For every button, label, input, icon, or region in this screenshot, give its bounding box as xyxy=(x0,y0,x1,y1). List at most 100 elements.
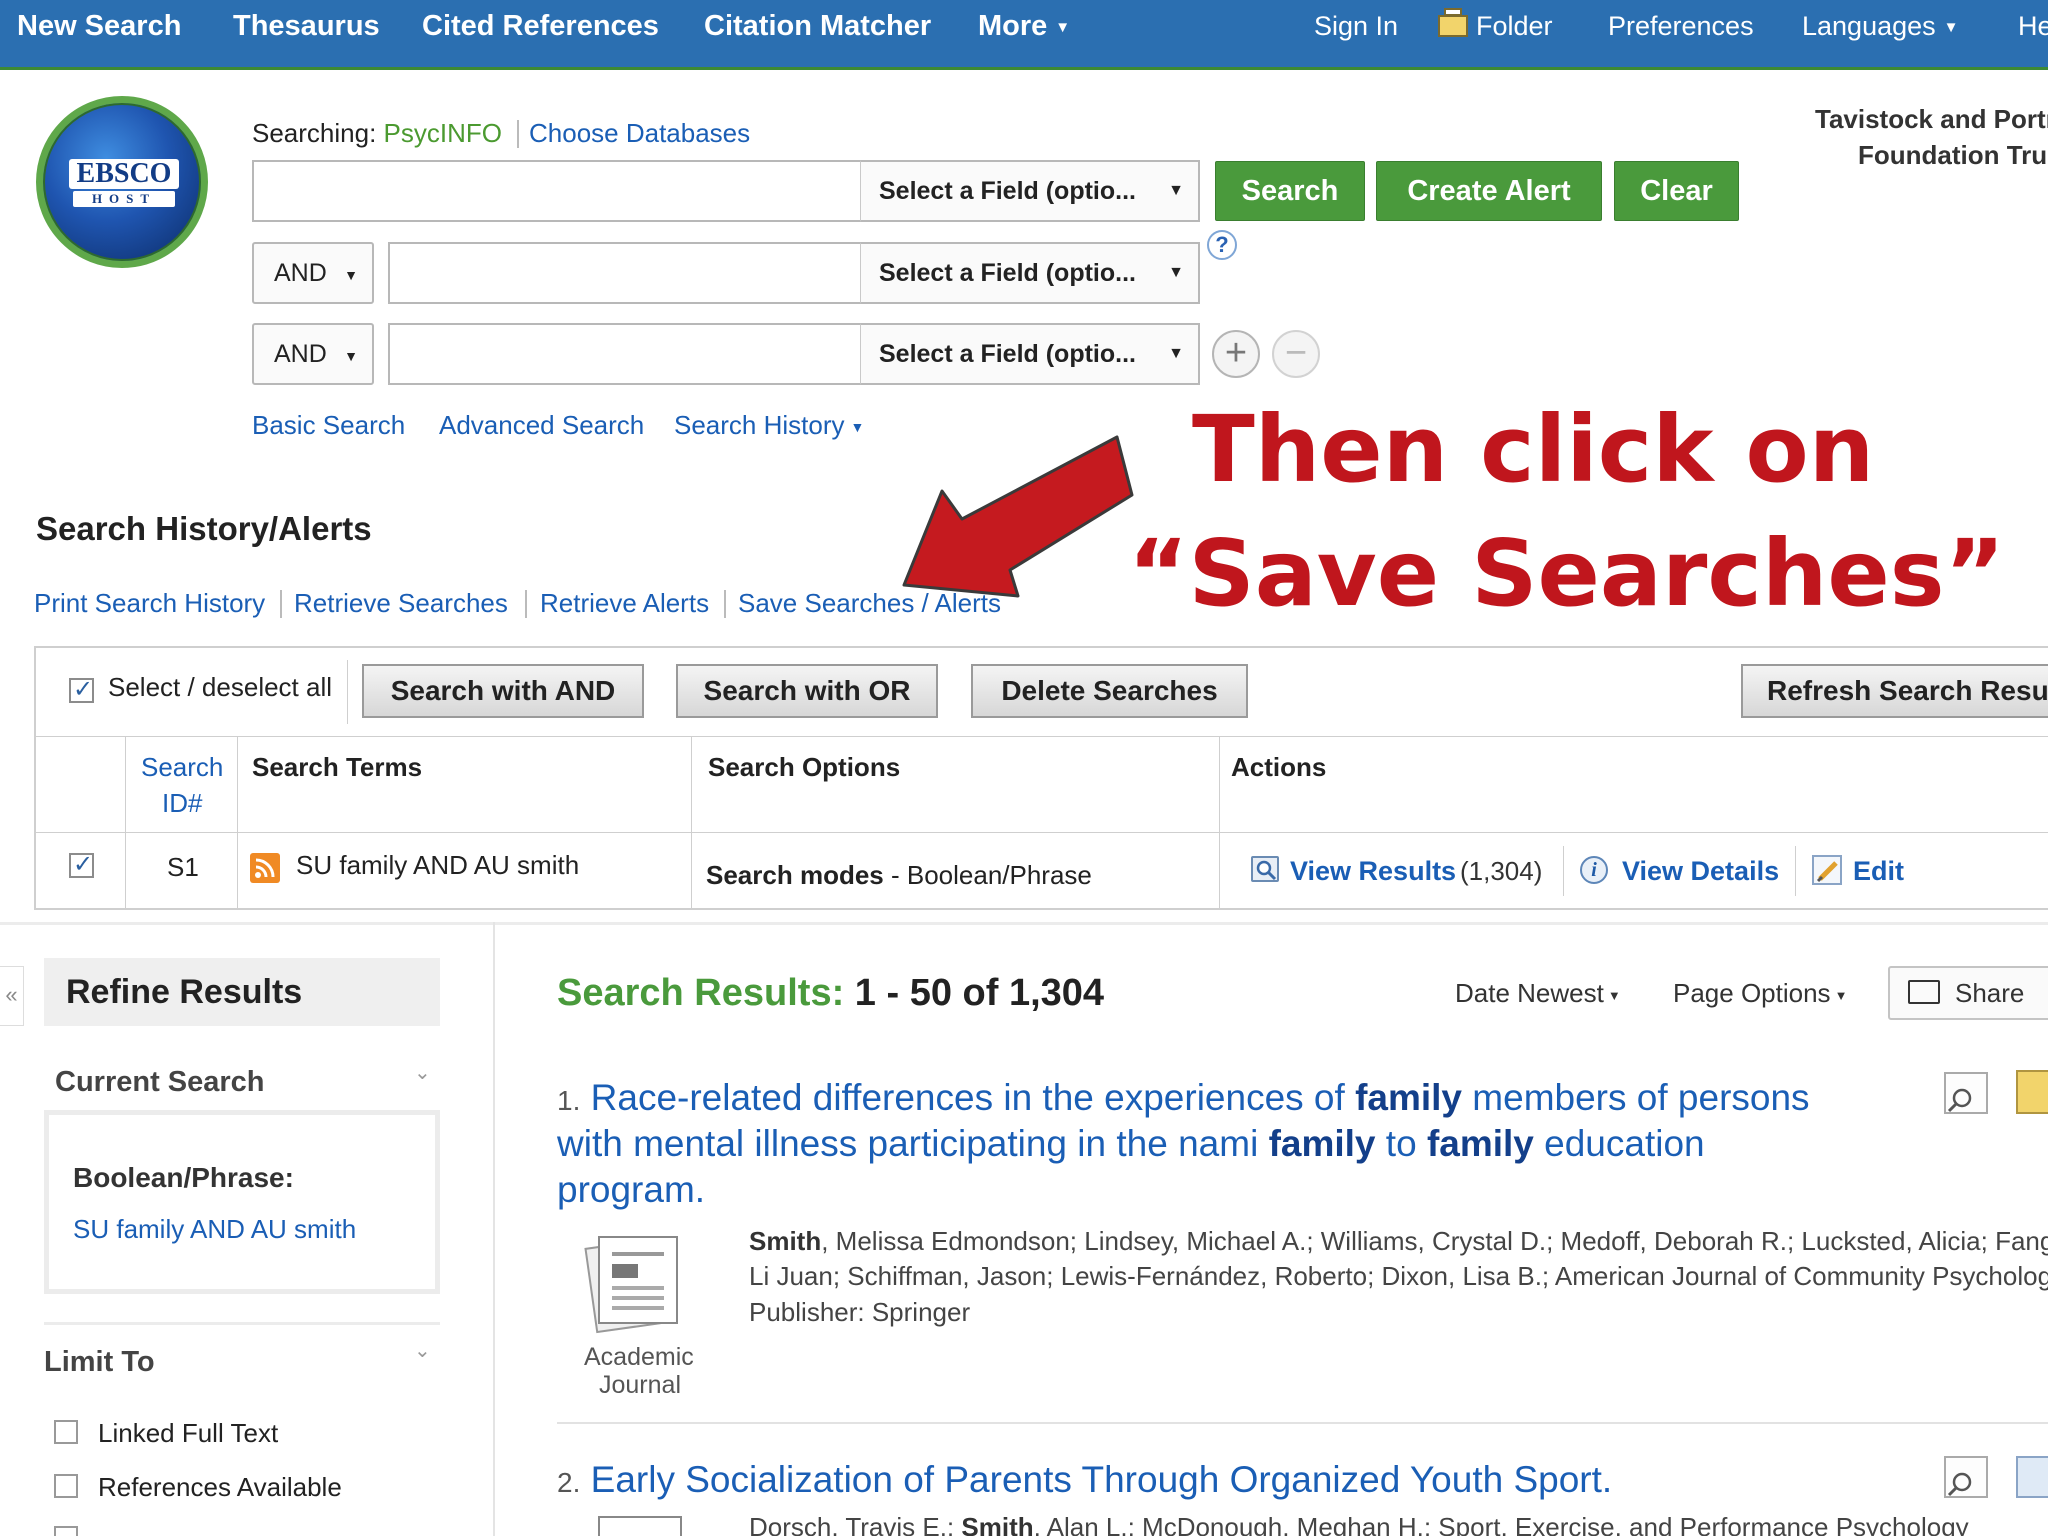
boolean-phrase-label: Boolean/Phrase: xyxy=(73,1162,294,1193)
divider xyxy=(237,736,238,908)
nav-sign-in[interactable]: Sign In xyxy=(1314,11,1398,42)
result-1-publisher: Publisher: Springer xyxy=(749,1297,971,1327)
divider xyxy=(125,736,126,908)
collapse-sidebar-button[interactable]: « xyxy=(0,966,24,1026)
current-search-terms-link[interactable]: SU family AND AU smith xyxy=(73,1214,356,1245)
limit-to-heading[interactable]: Limit To xyxy=(44,1346,155,1379)
column-divider xyxy=(493,922,495,1536)
peer-reviewed-checkbox[interactable] xyxy=(54,1526,78,1536)
separator xyxy=(280,590,282,618)
nav-preferences[interactable]: Preferences xyxy=(1608,11,1754,42)
view-results-link[interactable]: View Results xyxy=(1290,856,1456,887)
search-id-header-line2[interactable]: ID# xyxy=(162,788,202,819)
logo-text-host: HOST xyxy=(73,191,175,207)
search-input-2[interactable] xyxy=(388,242,862,304)
select-all-label: Select / deselect all xyxy=(108,672,333,702)
chevron-down-icon[interactable]: ⌄ xyxy=(414,1060,431,1085)
share-button[interactable]: Share xyxy=(1888,966,2048,1020)
separator xyxy=(724,590,726,618)
ebsco-host-logo[interactable]: EBSCO HOST xyxy=(36,96,208,268)
result-2-title[interactable]: 2. Early Socialization of Parents Throug… xyxy=(557,1457,1612,1506)
caret-down-icon: ▼ xyxy=(1943,19,1959,37)
results-summary: Search Results: 1 - 50 of 1,304 xyxy=(557,972,1104,1015)
search-input-3-field[interactable] xyxy=(390,325,860,383)
logo-text-ebsco: EBSCO xyxy=(69,159,179,189)
dropdown-arrow-icon: ▼ xyxy=(344,348,358,364)
preview-magnifier-icon[interactable] xyxy=(1944,1072,1988,1114)
current-search-heading[interactable]: Current Search xyxy=(55,1066,265,1099)
page-options-dropdown[interactable]: Page Options ▼ xyxy=(1673,978,1847,1009)
print-search-history-link[interactable]: Print Search History xyxy=(34,588,265,619)
help-icon[interactable]: ? xyxy=(1207,230,1237,260)
add-to-folder-icon[interactable] xyxy=(2016,1070,2048,1114)
preview-magnifier-icon[interactable] xyxy=(1944,1456,1988,1498)
edit-link[interactable]: Edit xyxy=(1853,856,1904,887)
institution-name-line1: Tavistock and Portr xyxy=(1815,104,2048,134)
dropdown-arrow-icon: ▼ xyxy=(344,267,358,283)
search-with-or-button[interactable]: Search with OR xyxy=(676,664,938,718)
view-details-link[interactable]: View Details xyxy=(1622,856,1779,887)
field-select-2[interactable]: Select a Field (optio... ▼ xyxy=(860,242,1200,304)
linked-full-text-checkbox[interactable] xyxy=(54,1420,78,1444)
create-alert-button[interactable]: Create Alert xyxy=(1376,161,1602,221)
nav-cited-references[interactable]: Cited References xyxy=(422,10,659,43)
sort-dropdown[interactable]: Date Newest ▼ xyxy=(1455,978,1621,1009)
bool-operator-select-3[interactable]: AND ▼ xyxy=(252,323,374,385)
references-available-label: References Available xyxy=(98,1472,342,1502)
nav-thesaurus[interactable]: Thesaurus xyxy=(233,10,380,43)
add-to-folder-icon[interactable] xyxy=(2016,1456,2048,1498)
delete-searches-button[interactable]: Delete Searches xyxy=(971,664,1248,718)
search-input-1-field[interactable] xyxy=(254,162,860,220)
rss-icon[interactable] xyxy=(250,853,280,883)
nav-citation-matcher[interactable]: Citation Matcher xyxy=(704,10,931,43)
result-1-title-line1[interactable]: 1. Race-related differences in the exper… xyxy=(557,1075,1810,1124)
nav-languages[interactable]: Languages ▼ xyxy=(1802,11,1959,42)
chevron-down-icon[interactable]: ⌄ xyxy=(414,1338,431,1363)
remove-row-minus-icon[interactable]: − xyxy=(1272,330,1320,378)
nav-more[interactable]: More ▼ xyxy=(978,10,1070,43)
retrieve-searches-link[interactable]: Retrieve Searches xyxy=(294,588,508,619)
advanced-search-link[interactable]: Advanced Search xyxy=(439,410,644,441)
separator xyxy=(525,590,527,618)
annotation-text-line2: “Save Searches” xyxy=(1128,520,2005,627)
field-select-1[interactable]: Select a Field (optio... ▼ xyxy=(860,160,1200,222)
result-1-title-line3[interactable]: program. xyxy=(557,1167,705,1213)
field-select-3[interactable]: Select a Field (optio... ▼ xyxy=(860,323,1200,385)
caret-down-icon: ▼ xyxy=(850,419,865,436)
search-id-header[interactable]: Search xyxy=(141,752,223,783)
save-searches-alerts-link[interactable]: Save Searches / Alerts xyxy=(738,588,1001,619)
search-terms-value: SU family AND AU smith xyxy=(296,850,580,880)
searching-line: Searching: PsycINFO xyxy=(252,118,502,149)
search-history-link[interactable]: Search History ▼ xyxy=(674,410,864,441)
info-icon: i xyxy=(1580,856,1608,884)
search-button[interactable]: Search xyxy=(1215,161,1365,221)
result-2-authors: Dorsch, Travis E.; Smith, Alan L.; McDon… xyxy=(749,1512,1969,1536)
basic-search-link[interactable]: Basic Search xyxy=(252,410,405,441)
actions-header: Actions xyxy=(1231,752,1327,782)
add-row-plus-icon[interactable]: + xyxy=(1212,330,1260,378)
search-input-1[interactable] xyxy=(252,160,862,222)
linked-full-text-label: Linked Full Text xyxy=(98,1418,279,1448)
search-with-and-button[interactable]: Search with AND xyxy=(362,664,644,718)
separator xyxy=(517,120,519,148)
retrieve-alerts-link[interactable]: Retrieve Alerts xyxy=(540,588,709,619)
choose-databases-link[interactable]: Choose Databases xyxy=(529,118,750,149)
bool-operator-select-2[interactable]: AND ▼ xyxy=(252,242,374,304)
nav-new-search[interactable]: New Search xyxy=(17,10,181,43)
search-input-3[interactable] xyxy=(388,323,862,385)
current-search-box xyxy=(44,1110,440,1294)
select-all-checkbox[interactable] xyxy=(69,675,94,704)
clear-button[interactable]: Clear xyxy=(1614,161,1739,221)
nav-folder[interactable]: Folder xyxy=(1438,8,1553,42)
caret-down-icon: ▼ xyxy=(1834,987,1848,1003)
row-checkbox[interactable] xyxy=(69,850,94,879)
references-available-checkbox[interactable] xyxy=(54,1474,78,1498)
refine-results-title: Refine Results xyxy=(66,973,303,1011)
refresh-search-results-button[interactable]: Refresh Search Resu xyxy=(1741,664,2048,718)
result-1-title-line2[interactable]: with mental illness participating in the… xyxy=(557,1121,1705,1167)
nav-help[interactable]: He xyxy=(2018,11,2048,42)
search-input-2-field[interactable] xyxy=(390,244,860,302)
divider xyxy=(691,736,692,908)
dropdown-arrow-icon: ▼ xyxy=(1168,345,1184,362)
academic-journal-icon xyxy=(598,1516,682,1536)
